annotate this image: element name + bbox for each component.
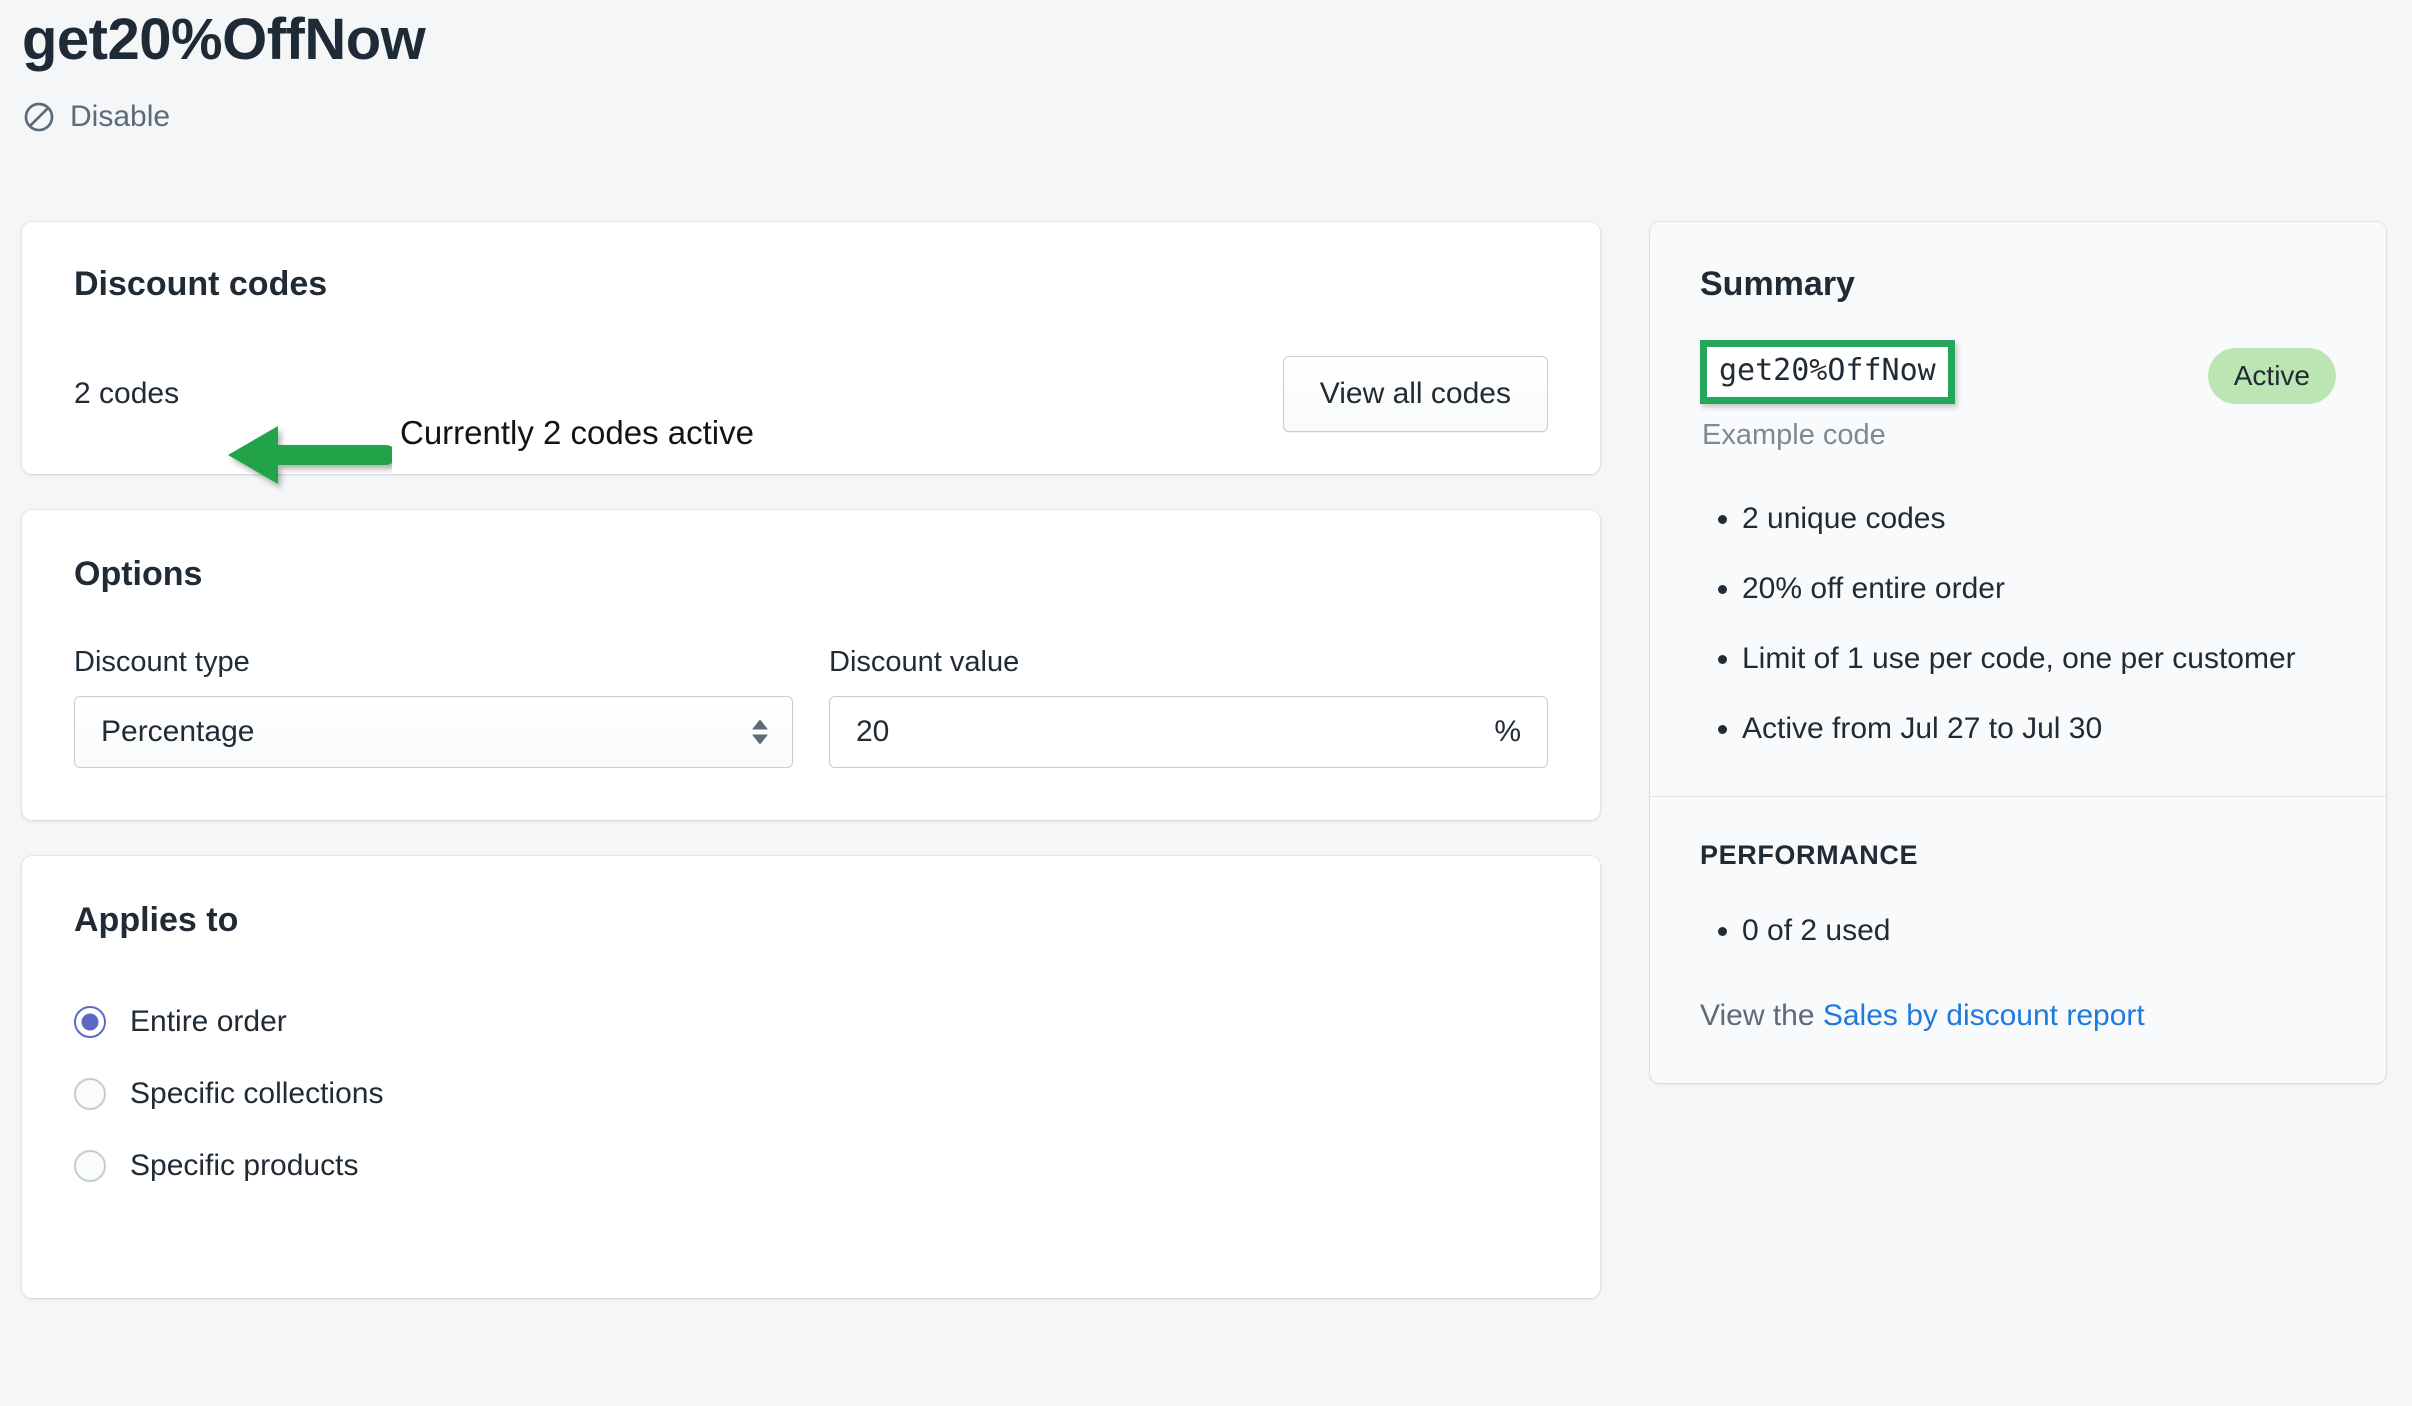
applies-to-title: Applies to — [74, 901, 239, 939]
list-item: Active from Jul 27 to Jul 30 — [1742, 706, 2336, 752]
performance-section: PERFORMANCE 0 of 2 used View the Sales b… — [1650, 797, 2386, 1083]
radio-icon — [74, 1006, 106, 1038]
main-column: Discount codes 2 codes View all codes Op… — [22, 222, 1600, 1298]
view-all-codes-button[interactable]: View all codes — [1282, 356, 1548, 432]
radio-icon — [74, 1078, 106, 1110]
radio-specific-collections-label: Specific collections — [130, 1077, 384, 1110]
disable-label: Disable — [70, 100, 171, 133]
summary-bullet-list: 2 unique codes 20% off entire order Limi… — [1700, 496, 2336, 752]
radio-entire-order-label: Entire order — [130, 1005, 287, 1038]
performance-footer-prefix: View the — [1700, 999, 1823, 1032]
discount-type-label: Discount type — [74, 646, 250, 678]
discount-type-value: Percentage — [101, 715, 255, 748]
list-item: Limit of 1 use per code, one per custome… — [1742, 636, 2336, 682]
radio-specific-products-label: Specific products — [130, 1149, 359, 1182]
discount-codes-card: Discount codes 2 codes View all codes — [22, 222, 1600, 474]
performance-bullet-list: 0 of 2 used — [1700, 909, 2336, 953]
discount-value-label: Discount value — [829, 646, 1020, 678]
prohibition-icon — [24, 102, 54, 132]
performance-footer: View the Sales by discount report — [1700, 995, 2336, 1037]
summary-section: Summary get20%OffNow Example code Active… — [1650, 222, 2386, 796]
options-title: Options — [74, 555, 203, 593]
discount-value-input[interactable]: 20 % — [829, 696, 1548, 768]
applies-to-card: Applies to Entire order Specific collect… — [22, 856, 1600, 1298]
discount-value-field: Discount value 20 % — [829, 644, 1548, 768]
summary-code-text: get20%OffNow — [1719, 353, 1936, 388]
code-highlight-annotation: get20%OffNow — [1700, 340, 1955, 404]
discount-value-text: 20 — [856, 715, 890, 748]
percent-suffix: % — [1494, 715, 1521, 748]
sales-by-discount-report-link[interactable]: Sales by discount report — [1823, 999, 2145, 1032]
list-item: 2 unique codes — [1742, 496, 2336, 542]
page-header: get20%OffNow Disable — [22, 0, 1322, 134]
discount-codes-row: 2 codes View all codes — [74, 356, 1548, 432]
list-item: 0 of 2 used — [1742, 909, 2336, 953]
page-layout: Discount codes 2 codes View all codes Op… — [0, 222, 2412, 1406]
page-title: get20%OffNow — [22, 7, 426, 72]
options-fields-row: Discount type Percentage Discount value — [74, 644, 1548, 768]
discount-type-select[interactable]: Percentage — [74, 696, 793, 768]
discount-codes-title: Discount codes — [74, 265, 328, 303]
status-badge: Active — [2207, 348, 2336, 404]
summary-code-caption: Example code — [1702, 419, 1886, 451]
applies-to-radio-group: Entire order Specific collections Specif… — [74, 986, 1548, 1202]
select-stepper-icon — [752, 719, 768, 745]
radio-entire-order[interactable]: Entire order — [74, 986, 1548, 1058]
disable-button[interactable]: Disable — [22, 100, 170, 134]
radio-specific-products[interactable]: Specific products — [74, 1130, 1548, 1202]
summary-code-block: get20%OffNow Example code — [1700, 340, 1955, 454]
summary-card: Summary get20%OffNow Example code Active… — [1650, 222, 2386, 1083]
side-column: Summary get20%OffNow Example code Active… — [1650, 222, 2386, 1083]
summary-code-row: get20%OffNow Example code Active — [1700, 340, 2336, 454]
codes-count-label: 2 codes — [74, 377, 180, 410]
radio-icon — [74, 1150, 106, 1182]
performance-title: PERFORMANCE — [1700, 840, 1919, 870]
options-card: Options Discount type Percentage Discoun… — [22, 510, 1600, 820]
summary-title: Summary — [1700, 265, 1855, 303]
list-item: 20% off entire order — [1742, 566, 2336, 612]
radio-specific-collections[interactable]: Specific collections — [74, 1058, 1548, 1130]
discount-type-field: Discount type Percentage — [74, 644, 793, 768]
